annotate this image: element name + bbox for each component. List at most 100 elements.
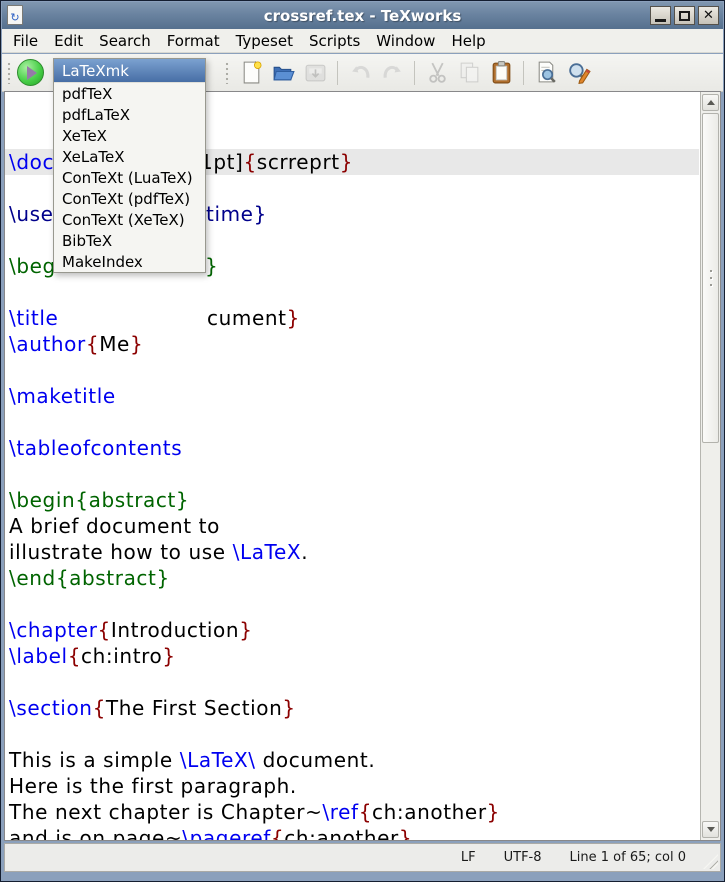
statusbar: LF UTF-8 Line 1 of 65; col 0 [4,843,721,872]
typeset-option[interactable]: pdfLaTeX [54,104,205,125]
code-line [5,591,699,617]
code-line: \tableofcontents [5,435,699,461]
code-line: \end{abstract} [5,565,699,591]
toolbar-separator [414,61,415,85]
find-replace-button[interactable] [562,57,594,89]
menu-format[interactable]: Format [159,30,228,52]
new-document-icon [239,60,264,85]
code-line: \maketitle [5,383,699,409]
code-segment: and is on page~ [9,826,182,840]
scroll-up-button[interactable] [702,94,719,111]
typeset-option[interactable]: ConTeXt (XeTeX) [54,209,205,230]
maximize-button[interactable] [674,6,695,25]
scroll-down-button[interactable] [702,821,719,838]
menu-edit[interactable]: Edit [46,30,91,52]
typeset-option[interactable]: XeLaTeX [54,146,205,167]
redo-button[interactable] [376,57,408,89]
toolbar2-drag-handle[interactable] [225,62,229,84]
typeset-play-button[interactable] [17,59,44,86]
menu-file[interactable]: File [5,30,46,52]
code-segment: . [301,540,308,564]
code-line: Here is the first paragraph. [5,773,699,799]
save-button[interactable] [299,57,331,89]
app-icon: ↻ [7,5,23,25]
play-icon [27,66,37,80]
save-icon [303,60,328,85]
code-segment: cument [207,306,287,330]
code-segment: time} [206,202,267,226]
typeset-option[interactable]: MakeIndex [54,251,205,272]
typeset-option[interactable]: pdfTeX [54,83,205,104]
code-segment: \doc [9,150,54,174]
toolbar-separator [337,61,338,85]
code-line: \chapter{Introduction} [5,617,699,643]
code-line [5,721,699,747]
code-segment: ch:another [372,800,487,824]
menu-search[interactable]: Search [91,30,159,52]
vertical-scrollbar[interactable] [700,92,720,840]
line-ending-indicator: LF [461,850,476,865]
window-title: crossref.tex - TeXworks [2,7,723,25]
code-segment: Introduction [111,618,239,642]
typeset-option[interactable]: BibTeX [54,230,205,251]
code-segment: illustrate how to use [9,540,233,564]
find-button[interactable] [530,57,562,89]
code-segment: \LaTeX [233,540,302,564]
code-segment-after-popup: time} [206,201,267,227]
typeset-option[interactable]: XeTeX [54,125,205,146]
code-segment: \beg [9,254,56,278]
code-segment: \LaTeX\ [180,748,256,772]
scrollbar-thumb[interactable] [702,113,719,443]
code-line [5,461,699,487]
cut-scissors-icon [425,60,450,85]
minimize-button[interactable] [650,6,671,25]
thumb-grip-icon [710,277,712,279]
cut-button[interactable] [421,57,453,89]
redo-icon [380,60,405,85]
code-segment: \begin{abstract} [9,488,189,512]
thumb-grip-icon [710,284,712,286]
code-segment: } [287,306,300,330]
menu-window[interactable]: Window [368,30,443,52]
code-segment: Me [99,332,130,356]
code-segment: A brief document to [9,514,220,538]
code-segment: scrreprt [257,150,340,174]
code-line [5,357,699,383]
copy-button[interactable] [453,57,485,89]
typeset-option-selected[interactable]: LaTeXmk [54,59,205,83]
resize-grip[interactable] [703,854,718,869]
code-segment: { [68,644,81,668]
thumb-grip-icon [710,270,712,272]
copy-icon [457,60,482,85]
close-button[interactable]: ✕ [698,6,719,25]
code-segment: \label [9,644,68,668]
code-segment: } [282,696,295,720]
code-segment: \maketitle [9,384,116,408]
code-segment-after-popup: 1pt]{scrreprt} [200,149,353,175]
code-line: A brief document to [5,513,699,539]
paste-button[interactable] [485,57,517,89]
undo-icon [348,60,373,85]
menu-help[interactable]: Help [443,30,493,52]
typeset-option[interactable]: ConTeXt (LuaTeX) [54,167,205,188]
code-segment: \ref [322,800,358,824]
code-segment: } [205,254,218,278]
code-segment: } [239,618,252,642]
find-icon [534,60,559,85]
toolbar-drag-handle[interactable] [7,62,11,84]
menu-typeset[interactable]: Typeset [228,30,301,52]
cursor-position-indicator: Line 1 of 65; col 0 [570,850,686,865]
code-segment: { [271,826,284,840]
typeset-option[interactable]: ConTeXt (pdfTeX) [54,188,205,209]
code-segment: 1pt] [200,150,243,174]
code-line [5,409,699,435]
code-line: \titlecument} [5,305,699,331]
undo-button[interactable] [344,57,376,89]
code-segment: } [340,150,353,174]
maximize-icon [679,11,690,21]
new-document-button[interactable] [235,57,267,89]
open-button[interactable] [267,57,299,89]
menu-scripts[interactable]: Scripts [301,30,368,52]
code-segment: { [359,800,372,824]
toolbar-separator [523,61,524,85]
